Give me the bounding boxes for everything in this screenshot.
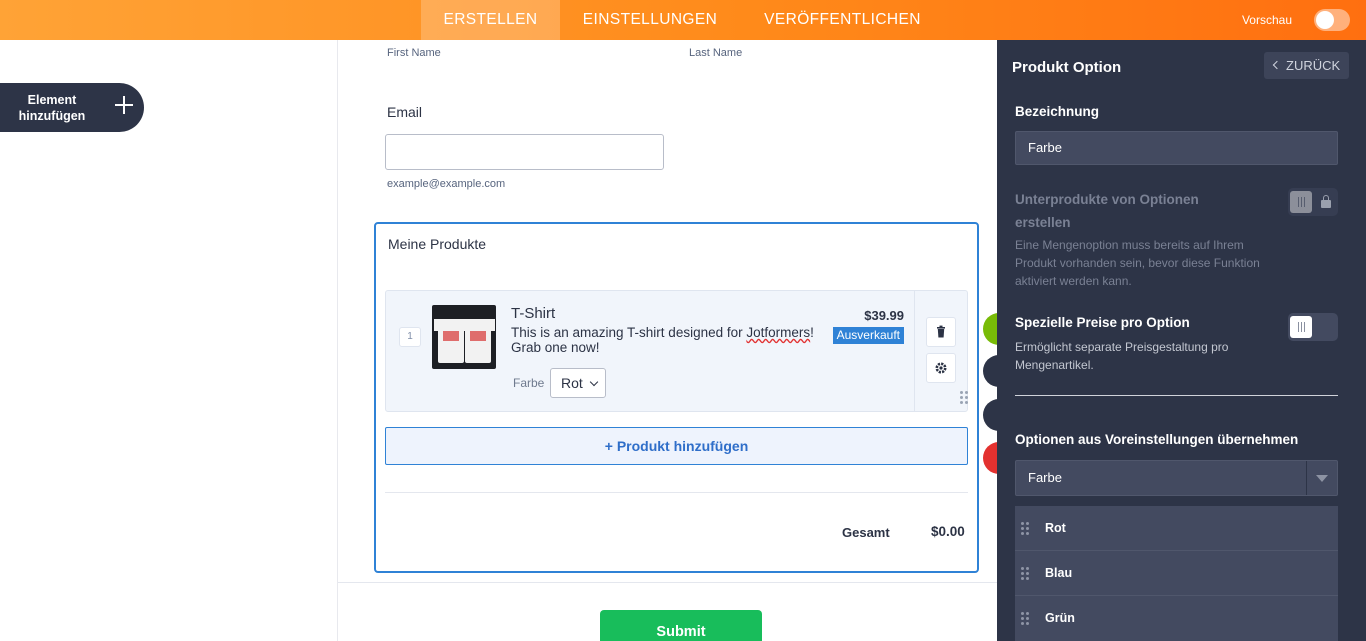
shirt-sleeve (485, 319, 495, 331)
caret-down-icon (1316, 475, 1328, 482)
product-item: 1 T-Shirt This is an amazing T-shirt des… (385, 290, 968, 412)
name-input[interactable]: Farbe (1015, 131, 1338, 165)
email-sublabel: example@example.com (387, 178, 506, 190)
option-select-value: Rot (561, 375, 583, 391)
drag-handle-icon[interactable] (1021, 567, 1029, 581)
product-description: This is an amazing T-shirt designed for … (511, 325, 814, 355)
option-item-blau[interactable]: Blau (1015, 551, 1338, 596)
tab-veroeffentlichen[interactable]: VERÖFFENTLICHEN (740, 0, 945, 40)
email-label: Email (387, 104, 423, 120)
sold-out-badge: Ausverkauft (832, 327, 904, 344)
presets-select[interactable]: Farbe (1015, 460, 1338, 496)
toggle-knob (1290, 316, 1312, 338)
add-element-button[interactable]: Element hinzufügen (0, 83, 144, 132)
lock-icon (1321, 195, 1331, 208)
tab-einstellungen[interactable]: EINSTELLUNGEN (560, 0, 740, 40)
submit-button[interactable]: Submit (600, 610, 762, 641)
special-prices-toggle[interactable] (1288, 313, 1338, 341)
gear-icon (935, 362, 947, 374)
name-heading: Bezeichnung (1015, 104, 1100, 119)
back-button[interactable]: ZURÜCK (1264, 52, 1349, 79)
panel-title: Produkt Option (1012, 59, 1122, 76)
toggle-knob (1316, 11, 1334, 29)
option-item-rot[interactable]: Rot (1015, 506, 1338, 551)
subproducts-help: Eine Mengenoption muss bereits auf Ihrem… (1015, 238, 1260, 288)
left-panel: Element hinzufügen (0, 40, 337, 641)
plus-icon (114, 95, 134, 115)
preview-toggle[interactable] (1314, 9, 1350, 31)
option-label: Blau (1045, 566, 1073, 580)
product-name: T-Shirt (511, 305, 556, 322)
preview-label: Vorschau (1241, 13, 1292, 27)
delete-product-button[interactable] (926, 317, 956, 347)
option-item-gruen[interactable]: Grün (1015, 596, 1338, 641)
back-button-label: ZURÜCK (1286, 58, 1341, 73)
options-list: Rot Blau Grün (1015, 506, 1338, 641)
option-label: Farbe (513, 376, 545, 390)
product-price: $39.99 (864, 308, 904, 323)
form-canvas: First Name Last Name Email example@examp… (337, 40, 998, 641)
subproducts-heading: Unterprodukte von Optionen erstellen (1015, 192, 1199, 230)
divider (1015, 395, 1338, 396)
trash-icon (937, 325, 945, 338)
add-element-label: Element hinzufügen (18, 93, 86, 123)
divider (338, 582, 998, 583)
last-name-sublabel: Last Name (689, 47, 743, 59)
chevron-down-icon (589, 377, 599, 387)
email-field[interactable] (385, 134, 664, 170)
add-product-button[interactable]: + Produkt hinzufügen (385, 427, 968, 465)
option-label: Grün (1045, 611, 1075, 625)
product-list-field[interactable]: Meine Produkte 1 T-Shirt This is an amaz… (374, 222, 979, 573)
top-navigation-bar: ERSTELLEN EINSTELLUNGEN VERÖFFENTLICHEN … (0, 0, 1366, 40)
property-panel: Produkt Option ZURÜCK Bezeichnung Farbe … (997, 40, 1366, 641)
chevron-left-icon (1272, 60, 1282, 70)
product-list-title: Meine Produkte (388, 236, 487, 252)
special-prices-heading: Spezielle Preise pro Option (1015, 315, 1190, 330)
first-name-sublabel: First Name (387, 47, 441, 59)
drag-handle-icon[interactable] (1021, 612, 1029, 626)
product-settings-button[interactable] (926, 353, 956, 383)
presets-select-value: Farbe (1028, 470, 1062, 485)
tab-erstellen[interactable]: ERSTELLEN (421, 0, 560, 40)
select-separator (1306, 461, 1307, 495)
drag-handle-icon[interactable] (1021, 522, 1029, 536)
product-image (432, 305, 496, 369)
total-label: Gesamt (842, 525, 890, 540)
total-value: $0.00 (931, 524, 965, 539)
divider (385, 492, 968, 493)
option-select[interactable]: Rot (550, 368, 606, 398)
option-label: Rot (1045, 521, 1066, 535)
drag-handle-icon[interactable] (960, 391, 968, 405)
presets-heading: Optionen aus Voreinstellungen übernehmen (1015, 432, 1299, 447)
special-prices-help: Ermöglicht separate Preisgestaltung pro … (1015, 340, 1229, 372)
quantity-indicator: 1 (399, 327, 421, 347)
